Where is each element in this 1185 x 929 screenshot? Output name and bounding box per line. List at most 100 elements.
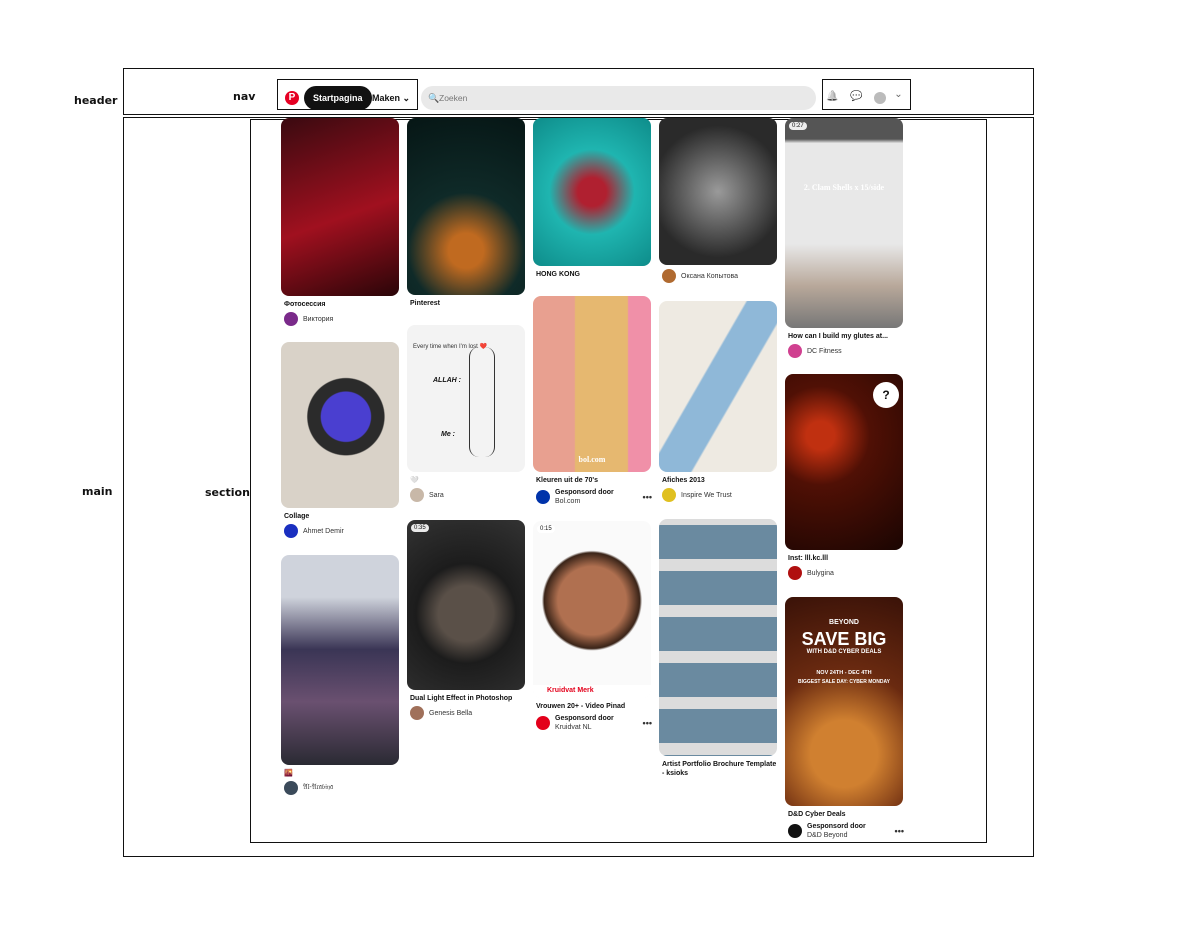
author-avatar — [662, 488, 676, 502]
pin-title[interactable]: Фотосессия — [284, 300, 402, 309]
pin-author[interactable]: Inspire We Trust — [662, 488, 780, 502]
pin-image[interactable]: bol.com — [533, 296, 651, 472]
pin-author[interactable]: Gesponsord door Kruidvat NL ••• — [536, 714, 654, 732]
help-button[interactable]: ? — [873, 382, 899, 408]
author-name: DC Fitness — [807, 347, 842, 355]
video-duration-badge: 0:35 — [411, 524, 429, 532]
create-menu-button[interactable]: Maken ⌄ — [372, 93, 410, 104]
author-avatar — [788, 566, 802, 580]
pin-title[interactable]: D&D Cyber Deals — [788, 810, 906, 819]
dnd-ad-text: NOV 24TH - DEC 4TH — [816, 670, 872, 676]
author-avatar — [410, 488, 424, 502]
pin-title[interactable]: Collage — [284, 512, 402, 521]
more-options-button[interactable]: ••• — [895, 826, 904, 836]
main-label: main — [82, 485, 113, 498]
pin-title[interactable]: Afiches 2013 — [662, 476, 780, 485]
pin-title[interactable]: How can I build my glutes at... — [788, 332, 906, 341]
dnd-ad-text: BIGGEST SALE DAY: CYBER MONDAY — [797, 679, 891, 685]
pin-image[interactable] — [533, 118, 651, 266]
pin-text-line: ALLAH : — [433, 377, 461, 384]
pin-image[interactable] — [659, 519, 777, 756]
pin-author[interactable]: Gesponsord door Bol.com ••• — [536, 488, 654, 506]
video-duration-badge: 0:27 — [789, 122, 807, 130]
messages-icon[interactable]: 💬 — [850, 91, 862, 102]
author-name: Sara — [429, 491, 444, 499]
pin-author[interactable]: Genesis Bella — [410, 706, 528, 720]
pin-title[interactable]: Vrouwen 20+ - Video Pinad — [536, 702, 654, 711]
author-avatar — [284, 524, 298, 538]
pin-overlay-text: bol.com — [578, 455, 606, 464]
more-options-button[interactable]: ••• — [643, 718, 652, 728]
pin-image[interactable] — [281, 342, 399, 508]
pin-title[interactable]: HONG KONG — [536, 270, 654, 279]
author-name: Оксана Копытова — [681, 272, 739, 280]
author-avatar — [662, 269, 676, 283]
avatar[interactable] — [874, 92, 886, 104]
pin-overlay-text: 2. Clam Shells x 15/side — [803, 183, 885, 192]
pin-author[interactable]: DC Fitness — [788, 344, 906, 358]
pin-title[interactable]: Kleuren uit de 70's — [536, 476, 654, 485]
author-avatar — [536, 490, 550, 504]
pin-author[interactable]: Виктория — [284, 312, 402, 326]
sponsored-label: Gesponsord door Kruidvat NL — [555, 714, 614, 732]
author-avatar — [410, 706, 424, 720]
author-avatar — [284, 312, 298, 326]
sponsored-label: Gesponsord door Bol.com — [555, 488, 614, 506]
pin-image[interactable]: 0:15 Kruidvat Merk — [533, 521, 651, 698]
author-avatar — [788, 344, 802, 358]
dnd-ad-text: SAVE BIG — [801, 629, 887, 649]
advertiser-name: Bol.com — [555, 498, 581, 505]
author-name: Genesis Bella — [429, 709, 473, 717]
pin-title[interactable]: Inst: lll.kc.lll — [788, 554, 906, 563]
home-button[interactable]: Startpagina — [304, 86, 372, 110]
bell-icon[interactable]: 🔔 — [826, 91, 838, 102]
pin-title[interactable]: Artist Portfolio Brochure Template - ksi… — [662, 760, 780, 778]
create-label: Maken — [372, 93, 401, 103]
advertiser-name: Kruidvat NL — [555, 724, 592, 731]
section-label: section — [205, 486, 250, 499]
pin-author[interactable]: 𝔄𝔩-𝔄𝔯𝔞𝔟𝔦𝔶𝔞 — [284, 781, 402, 795]
author-avatar — [788, 824, 802, 838]
sponsored-label: Gesponsord door D&D Beyond — [807, 822, 866, 840]
advertiser-name: D&D Beyond — [807, 832, 848, 839]
pin-image[interactable] — [281, 118, 399, 296]
more-options-button[interactable]: ••• — [643, 492, 652, 502]
author-avatar — [536, 716, 550, 730]
hands-drawing — [469, 347, 495, 457]
author-name: Bulygina — [807, 569, 834, 577]
pin-title[interactable]: 🌇 — [284, 769, 402, 778]
author-name: 𝔄𝔩-𝔄𝔯𝔞𝔟𝔦𝔶𝔞 — [303, 784, 334, 791]
dnd-ad-text: BEYOND — [829, 619, 859, 626]
sponsored-by: Gesponsord door — [807, 823, 866, 830]
video-duration-badge: 0:15 — [537, 525, 555, 533]
sponsored-by: Gesponsord door — [555, 489, 614, 496]
pin-image[interactable]: 0:35 — [407, 520, 525, 690]
pin-image[interactable]: Every time when I'm lost ❤️ ALLAH : Me : — [407, 325, 525, 472]
search-placeholder: Zoeken — [439, 93, 468, 103]
pinterest-logo-icon[interactable]: P — [285, 91, 299, 105]
dnd-ad-text: WITH D&D CYBER DEALS — [806, 649, 882, 655]
pin-image[interactable] — [281, 555, 399, 765]
pin-title[interactable]: Pinterest — [410, 299, 528, 308]
pin-author[interactable]: Оксана Копытова — [662, 269, 780, 283]
pin-title[interactable]: Dual Light Effect in Photoshop — [410, 694, 528, 703]
pin-author[interactable]: Ahmet Demir — [284, 524, 402, 538]
pin-text-line: Me : — [441, 431, 455, 438]
pin-author[interactable]: Gesponsord door D&D Beyond ••• — [788, 822, 906, 840]
chevron-down-icon: ⌄ — [402, 93, 411, 103]
pin-author[interactable]: Sara — [410, 488, 528, 502]
header-label: header — [74, 94, 118, 107]
pin-title[interactable]: 🤍 — [410, 476, 528, 485]
account-chevron-icon[interactable]: ⌄ — [893, 89, 904, 100]
pin-image[interactable]: 0:27 2. Clam Shells x 15/side — [785, 118, 903, 328]
search-icon: 🔍 — [428, 93, 440, 103]
pin-author[interactable]: Bulygina — [788, 566, 906, 580]
pin-image[interactable] — [659, 118, 777, 265]
search-input[interactable]: 🔍 Zoeken — [421, 86, 816, 110]
author-name: Ahmet Demir — [303, 527, 344, 535]
pin-image[interactable]: BEYOND SAVE BIG WITH D&D CYBER DEALS NOV 24… — [785, 597, 903, 806]
author-name: Inspire We Trust — [681, 491, 732, 499]
author-name: Виктория — [303, 315, 334, 323]
pin-image[interactable] — [659, 301, 777, 472]
pin-image[interactable] — [407, 118, 525, 295]
